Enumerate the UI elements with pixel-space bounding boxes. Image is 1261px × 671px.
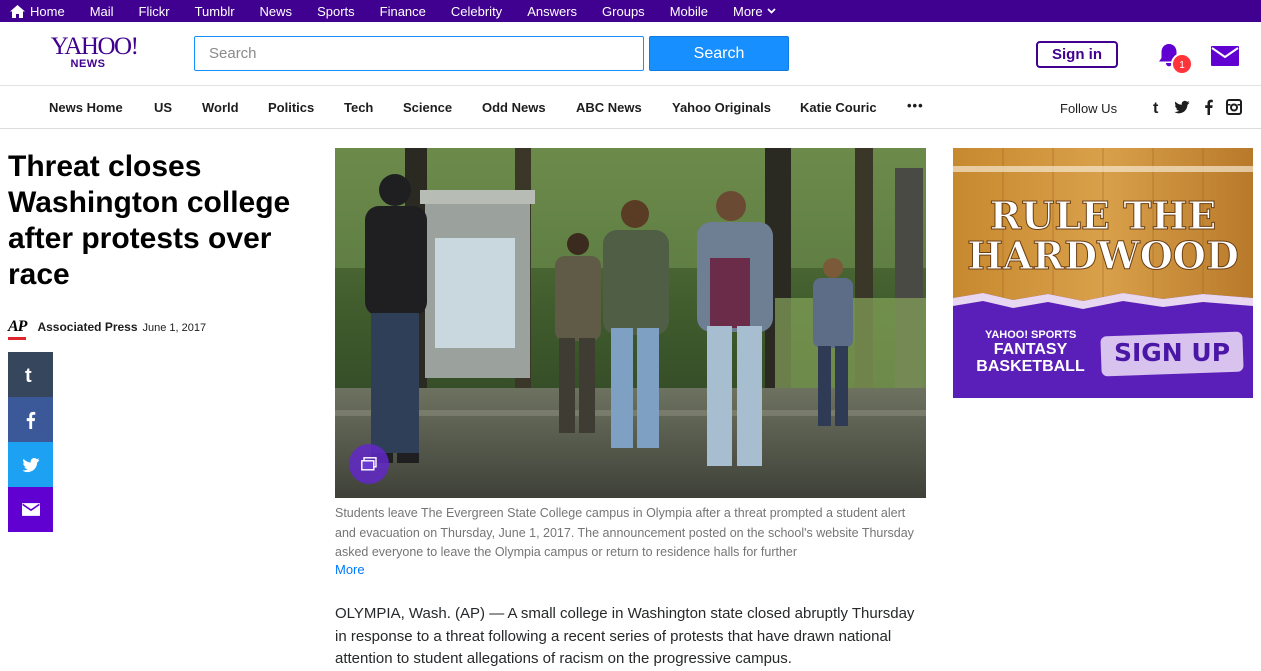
logo-subtitle: NEWS [70,58,106,70]
ap-logo[interactable]: AP [8,318,27,340]
topbar-more[interactable]: More [733,4,776,19]
instagram-icon[interactable] [1226,99,1242,115]
topbar-celebrity[interactable]: Celebrity [451,4,502,19]
ad-headline-line1: RULE THE [989,193,1217,238]
topbar-answers[interactable]: Answers [527,4,577,19]
svg-text:t: t [25,365,32,385]
gallery-icon [361,457,377,471]
topbar-mail[interactable]: Mail [90,4,114,19]
search-button[interactable]: Search [649,36,789,71]
search-input[interactable] [194,36,644,71]
mail-icon [21,503,40,516]
topbar-groups[interactable]: Groups [602,4,645,19]
facebook-icon [26,411,35,429]
header: YAHOO! NEWS Search Sign in 1 [0,22,1261,86]
nav-science[interactable]: Science [403,100,452,115]
topbar-mobile[interactable]: Mobile [670,4,708,19]
nav-news-home[interactable]: News Home [49,100,123,115]
topbar-more-label: More [732,3,763,19]
nav-world[interactable]: World [202,100,239,115]
share-twitter-button[interactable] [8,442,53,487]
nav-us[interactable]: US [154,100,172,115]
nav-tech[interactable]: Tech [344,100,373,115]
publish-date: June 1, 2017 [142,322,207,334]
mail-icon[interactable] [1211,46,1239,66]
gallery-button[interactable] [349,444,389,484]
facebook-icon[interactable] [1201,99,1217,115]
topbar-finance[interactable]: Finance [380,4,426,19]
campus-photo [335,148,926,498]
chevron-down-icon [766,8,776,14]
topbar-flickr[interactable]: Flickr [139,4,170,19]
nav-politics[interactable]: Politics [268,100,314,115]
yahoo-news-logo[interactable]: YAHOO! NEWS [46,34,142,70]
notification-badge: 1 [1171,53,1193,75]
topbar-home[interactable]: Home [10,4,65,19]
topbar-sports[interactable]: Sports [317,4,355,19]
ad-brand: YAHOO! SPORTS [985,329,1077,341]
share-tumblr-button[interactable]: t [8,352,53,397]
nav-abc-news[interactable]: ABC News [576,100,642,115]
tumblr-icon[interactable]: t [1150,99,1166,115]
advertisement-banner[interactable]: RULE THE HARDWOOD YAHOO! SPORTS FANTASY … [953,148,1253,398]
section-nav: News Home US World Politics Tech Science… [0,86,1261,129]
follow-us-label: Follow Us [1060,101,1118,116]
author-name[interactable]: Associated Press [37,320,137,334]
ad-headline-line2: HARDWOOD [967,233,1240,278]
home-icon [10,4,25,18]
article-body-paragraph: OLYMPIA, Wash. (AP) — A small college in… [335,605,915,667]
article-hero-image[interactable] [335,148,926,498]
top-bar: Home Mail Flickr Tumblr News Sports Fina… [0,0,1261,22]
ad-product: FANTASY BASKETBALL [963,341,1098,375]
article-headline: Threat closes Washington college after p… [8,150,291,291]
byline: AP Associated Press June 1, 2017 [8,318,206,340]
nav-yahoo-originals[interactable]: Yahoo Originals [672,100,771,115]
topbar-home-label: Home [30,3,65,19]
nav-more-menu[interactable]: ••• [907,98,924,113]
image-caption: Students leave The Evergreen State Colle… [335,506,914,559]
nav-odd-news[interactable]: Odd News [482,100,546,115]
nav-katie-couric[interactable]: Katie Couric [800,100,877,115]
svg-text:t: t [1153,100,1159,115]
ad-product-line1: FANTASY [993,341,1068,358]
topbar-news[interactable]: News [260,4,293,19]
share-facebook-button[interactable] [8,397,53,442]
ad-headline: RULE THE HARDWOOD [953,193,1253,278]
logo-wordmark: YAHOO! [50,33,139,60]
caption-more-link[interactable]: More [335,562,365,577]
share-mail-button[interactable] [8,487,53,532]
tumblr-icon: t [25,365,32,385]
topbar-tumblr[interactable]: Tumblr [195,4,235,19]
twitter-icon[interactable] [1174,99,1190,115]
ad-product-line2: BASKETBALL [976,358,1085,375]
ad-signup-button[interactable]: SIGN UP [1101,338,1243,367]
sign-in-button[interactable]: Sign in [1036,41,1118,68]
twitter-icon [21,457,39,472]
